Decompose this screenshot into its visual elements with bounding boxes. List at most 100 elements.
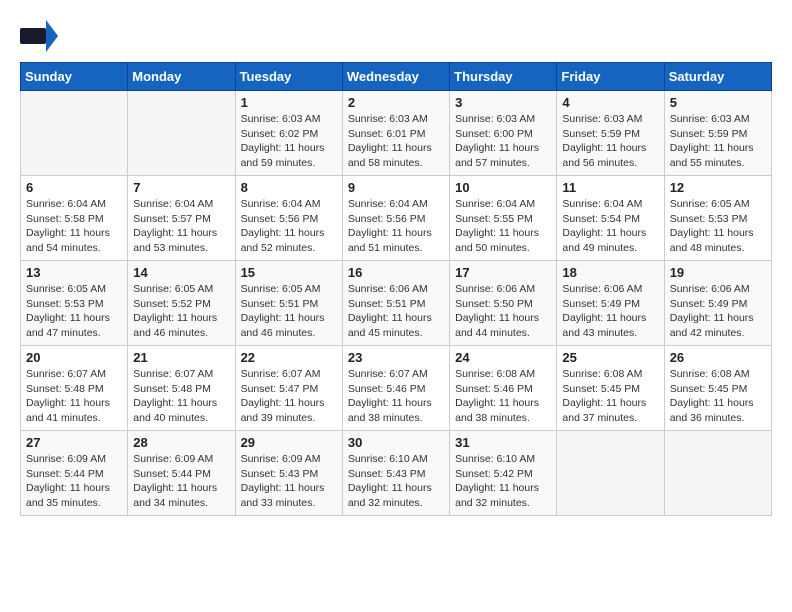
day-info: Sunrise: 6:07 AMSunset: 5:48 PMDaylight:…: [26, 367, 122, 426]
calendar-cell: [21, 91, 128, 176]
calendar-cell: 27Sunrise: 6:09 AMSunset: 5:44 PMDayligh…: [21, 431, 128, 516]
week-row-1: 1Sunrise: 6:03 AMSunset: 6:02 PMDaylight…: [21, 91, 772, 176]
day-info: Sunrise: 6:03 AMSunset: 5:59 PMDaylight:…: [670, 112, 766, 171]
calendar-cell: 18 Sunrise: 6:06 AMSunset: 5:49 PMDayligh…: [557, 261, 664, 346]
calendar-table: SundayMondayTuesdayWednesdayThursdayFrid…: [20, 62, 772, 516]
day-number: 26: [670, 350, 766, 365]
day-number: 18: [562, 265, 658, 280]
day-info: Sunrise: 6:04 AMSunset: 5:56 PMDaylight:…: [348, 197, 444, 256]
day-number: 24: [455, 350, 551, 365]
calendar-cell: 26 Sunrise: 6:08 AMSunset: 5:45 PMDayligh…: [664, 346, 771, 431]
col-header-saturday: Saturday: [664, 63, 771, 91]
calendar-cell: 19 Sunrise: 6:06 AMSunset: 5:49 PMDayligh…: [664, 261, 771, 346]
calendar-cell: 1Sunrise: 6:03 AMSunset: 6:02 PMDaylight…: [235, 91, 342, 176]
week-row-5: 27Sunrise: 6:09 AMSunset: 5:44 PMDayligh…: [21, 431, 772, 516]
col-header-tuesday: Tuesday: [235, 63, 342, 91]
day-info: Sunrise: 6:09 AMSunset: 5:43 PMDaylight:…: [241, 452, 337, 511]
day-number: 10: [455, 180, 551, 195]
week-row-4: 20 Sunrise: 6:07 AMSunset: 5:48 PMDayligh…: [21, 346, 772, 431]
day-number: 4: [562, 95, 658, 110]
day-number: 3: [455, 95, 551, 110]
day-info: Sunrise: 6:04 AMSunset: 5:55 PMDaylight:…: [455, 197, 551, 256]
day-info: Sunrise: 6:06 AMSunset: 5:50 PMDaylight:…: [455, 282, 551, 341]
calendar-cell: [664, 431, 771, 516]
col-header-sunday: Sunday: [21, 63, 128, 91]
col-header-wednesday: Wednesday: [342, 63, 449, 91]
day-info: Sunrise: 6:06 AMSunset: 5:49 PMDaylight:…: [670, 282, 766, 341]
day-number: 9: [348, 180, 444, 195]
day-number: 16: [348, 265, 444, 280]
day-info: Sunrise: 6:07 AMSunset: 5:47 PMDaylight:…: [241, 367, 337, 426]
calendar-cell: 28 Sunrise: 6:09 AMSunset: 5:44 PMDayligh…: [128, 431, 235, 516]
day-info: Sunrise: 6:08 AMSunset: 5:45 PMDaylight:…: [670, 367, 766, 426]
day-info: Sunrise: 6:10 AMSunset: 5:43 PMDaylight:…: [348, 452, 444, 511]
calendar-cell: 16 Sunrise: 6:06 AMSunset: 5:51 PMDayligh…: [342, 261, 449, 346]
calendar-cell: 4 Sunrise: 6:03 AMSunset: 5:59 PMDaylight…: [557, 91, 664, 176]
calendar-cell: 31Sunrise: 6:10 AMSunset: 5:42 PMDayligh…: [450, 431, 557, 516]
calendar-cell: 21Sunrise: 6:07 AMSunset: 5:48 PMDayligh…: [128, 346, 235, 431]
calendar-cell: 20 Sunrise: 6:07 AMSunset: 5:48 PMDayligh…: [21, 346, 128, 431]
calendar-cell: 24 Sunrise: 6:08 AMSunset: 5:46 PMDayligh…: [450, 346, 557, 431]
calendar-cell: [557, 431, 664, 516]
day-number: 23: [348, 350, 444, 365]
day-info: Sunrise: 6:05 AMSunset: 5:53 PMDaylight:…: [670, 197, 766, 256]
day-info: Sunrise: 6:04 AMSunset: 5:54 PMDaylight:…: [562, 197, 658, 256]
calendar-cell: 17 Sunrise: 6:06 AMSunset: 5:50 PMDayligh…: [450, 261, 557, 346]
day-number: 21: [133, 350, 229, 365]
day-number: 17: [455, 265, 551, 280]
day-number: 30: [348, 435, 444, 450]
day-number: 28: [133, 435, 229, 450]
day-info: Sunrise: 6:03 AMSunset: 6:00 PMDaylight:…: [455, 112, 551, 171]
day-info: Sunrise: 6:06 AMSunset: 5:49 PMDaylight:…: [562, 282, 658, 341]
day-info: Sunrise: 6:05 AMSunset: 5:53 PMDaylight:…: [26, 282, 122, 341]
day-info: Sunrise: 6:07 AMSunset: 5:46 PMDaylight:…: [348, 367, 444, 426]
calendar-cell: 2 Sunrise: 6:03 AMSunset: 6:01 PMDaylight…: [342, 91, 449, 176]
calendar-cell: 5 Sunrise: 6:03 AMSunset: 5:59 PMDaylight…: [664, 91, 771, 176]
logo: [20, 20, 62, 52]
calendar-cell: 7 Sunrise: 6:04 AMSunset: 5:57 PMDaylight…: [128, 176, 235, 261]
day-number: 7: [133, 180, 229, 195]
day-info: Sunrise: 6:10 AMSunset: 5:42 PMDaylight:…: [455, 452, 551, 511]
page-header: [20, 20, 772, 52]
calendar-cell: 23 Sunrise: 6:07 AMSunset: 5:46 PMDayligh…: [342, 346, 449, 431]
day-info: Sunrise: 6:03 AMSunset: 6:01 PMDaylight:…: [348, 112, 444, 171]
day-info: Sunrise: 6:06 AMSunset: 5:51 PMDaylight:…: [348, 282, 444, 341]
week-row-2: 6Sunrise: 6:04 AMSunset: 5:58 PMDaylight…: [21, 176, 772, 261]
day-number: 8: [241, 180, 337, 195]
calendar-header-row: SundayMondayTuesdayWednesdayThursdayFrid…: [21, 63, 772, 91]
day-number: 29: [241, 435, 337, 450]
day-number: 22: [241, 350, 337, 365]
day-info: Sunrise: 6:04 AMSunset: 5:56 PMDaylight:…: [241, 197, 337, 256]
day-info: Sunrise: 6:09 AMSunset: 5:44 PMDaylight:…: [133, 452, 229, 511]
calendar-cell: 8 Sunrise: 6:04 AMSunset: 5:56 PMDaylight…: [235, 176, 342, 261]
calendar-cell: 10 Sunrise: 6:04 AMSunset: 5:55 PMDayligh…: [450, 176, 557, 261]
day-info: Sunrise: 6:04 AMSunset: 5:58 PMDaylight:…: [26, 197, 122, 256]
calendar-cell: 13 Sunrise: 6:05 AMSunset: 5:53 PMDayligh…: [21, 261, 128, 346]
day-number: 11: [562, 180, 658, 195]
calendar-cell: 22 Sunrise: 6:07 AMSunset: 5:47 PMDayligh…: [235, 346, 342, 431]
calendar-cell: 11 Sunrise: 6:04 AMSunset: 5:54 PMDayligh…: [557, 176, 664, 261]
day-number: 25: [562, 350, 658, 365]
calendar-cell: 29 Sunrise: 6:09 AMSunset: 5:43 PMDayligh…: [235, 431, 342, 516]
day-info: Sunrise: 6:08 AMSunset: 5:46 PMDaylight:…: [455, 367, 551, 426]
day-number: 13: [26, 265, 122, 280]
calendar-cell: [128, 91, 235, 176]
day-info: Sunrise: 6:03 AMSunset: 5:59 PMDaylight:…: [562, 112, 658, 171]
col-header-friday: Friday: [557, 63, 664, 91]
day-number: 15: [241, 265, 337, 280]
day-number: 5: [670, 95, 766, 110]
week-row-3: 13 Sunrise: 6:05 AMSunset: 5:53 PMDayligh…: [21, 261, 772, 346]
day-number: 14: [133, 265, 229, 280]
calendar-cell: 6Sunrise: 6:04 AMSunset: 5:58 PMDaylight…: [21, 176, 128, 261]
day-info: Sunrise: 6:03 AMSunset: 6:02 PMDaylight:…: [241, 112, 337, 171]
calendar-cell: 15 Sunrise: 6:05 AMSunset: 5:51 PMDayligh…: [235, 261, 342, 346]
day-info: Sunrise: 6:05 AMSunset: 5:51 PMDaylight:…: [241, 282, 337, 341]
calendar-cell: 9 Sunrise: 6:04 AMSunset: 5:56 PMDaylight…: [342, 176, 449, 261]
day-number: 12: [670, 180, 766, 195]
calendar-cell: 12 Sunrise: 6:05 AMSunset: 5:53 PMDayligh…: [664, 176, 771, 261]
day-number: 19: [670, 265, 766, 280]
day-number: 20: [26, 350, 122, 365]
day-number: 2: [348, 95, 444, 110]
calendar-cell: 14Sunrise: 6:05 AMSunset: 5:52 PMDayligh…: [128, 261, 235, 346]
day-info: Sunrise: 6:04 AMSunset: 5:57 PMDaylight:…: [133, 197, 229, 256]
